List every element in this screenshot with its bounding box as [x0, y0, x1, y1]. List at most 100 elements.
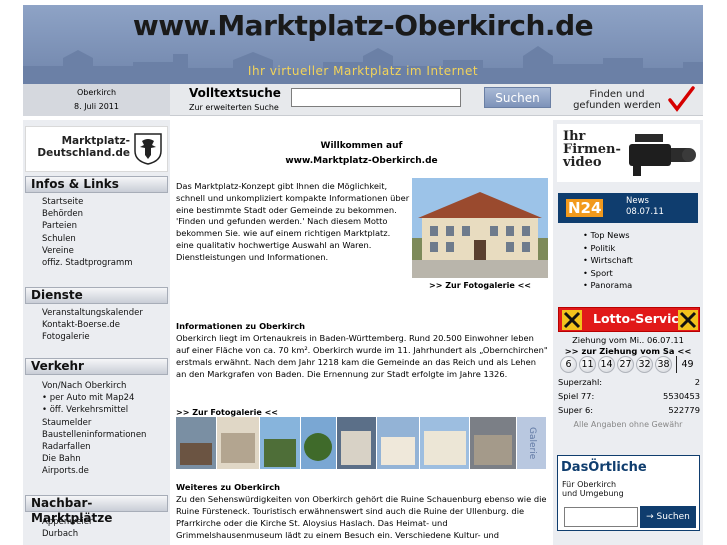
superzahl-value: 2	[694, 377, 700, 387]
lotto-cross-icon-right	[678, 310, 698, 330]
nav-item-vereine[interactable]: Vereine	[42, 245, 167, 257]
oertliche-sub-line1: Für Oberkirch	[562, 480, 617, 489]
location-label: Oberkirch	[76, 88, 117, 97]
nav-item-stadtprogramm[interactable]: offiz. Stadtprogramm	[42, 257, 167, 269]
eagle-shield-icon	[134, 133, 162, 165]
nav-list-verkehr: Von/Nach Oberkirch • per Auto mit Map24 …	[42, 380, 167, 478]
left-sidebar: Marktplatz- Deutschland.de Infos & Links…	[23, 120, 170, 545]
news-item-politik[interactable]: • Politik	[583, 242, 633, 255]
more-title: Weiteres zu Oberkirch	[176, 482, 281, 492]
fulltext-search-title: Volltextsuche	[189, 86, 281, 100]
nav-item-oepnv[interactable]: • öff. Verkehrsmittel	[42, 404, 167, 416]
oertliche-sub-line2: und Umgebung	[562, 489, 624, 498]
das-oertliche-widget: DasÖrtliche Für Oberkirch und Umgebung →…	[557, 455, 700, 531]
welcome-line2: www.Marktplatz-Oberkirch.de	[285, 156, 438, 166]
location-date-box: Oberkirch 8. Juli 2011	[23, 84, 170, 116]
news-item-top[interactable]: • Top News	[583, 229, 633, 242]
slogan-line1: Finden und	[589, 89, 645, 100]
nav-heading-dienste: Dienste	[25, 287, 168, 304]
company-video-banner[interactable]: Ihr Firmen- video	[557, 124, 700, 182]
nav-item-behoerden[interactable]: Behörden	[42, 208, 167, 220]
n24-date: 08.07.11	[626, 207, 664, 217]
lotto-draw-info: Ziehung vom Mi.. 06.07.11 >> zur Ziehung…	[553, 335, 703, 356]
super6-row: Super 6: 522779	[558, 405, 700, 416]
search-button[interactable]: Suchen	[484, 87, 551, 108]
lotto-ball: 32	[636, 356, 653, 373]
nav-item-von-nach[interactable]: Von/Nach Oberkirch	[42, 380, 167, 392]
super6-label: Super 6:	[558, 405, 594, 415]
welcome-heading: Willkommen auf www.Marktplatz-Oberkirch.…	[170, 139, 553, 169]
n24-logo-text: N24	[566, 199, 604, 217]
brand-line2: Deutschland.de	[37, 147, 130, 159]
checkmark-icon	[668, 86, 695, 112]
brand-line1: Marktplatz-	[61, 135, 130, 147]
lotto-numbers: 6 11 14 27 32 38 49	[560, 356, 700, 373]
nav-item-fotogalerie[interactable]: Fotogalerie	[42, 331, 167, 343]
main-content: Willkommen auf www.Marktplatz-Oberkirch.…	[170, 120, 553, 545]
nav-list-nachbar: Appenweier Durbach	[42, 516, 167, 540]
lotto-ball: 6	[560, 356, 577, 373]
nav-list-dienste: Veranstaltungskalender Kontakt-Boerse.de…	[42, 307, 167, 344]
superzahl-label: Superzahl:	[558, 377, 603, 387]
superzahl-row: Superzahl: 2	[558, 377, 700, 388]
nav-item-kontakt-boerse[interactable]: Kontakt-Boerse.de	[42, 319, 167, 331]
gallery-link-bottom[interactable]: >> Zur Fotogalerie <<	[176, 408, 278, 417]
saturday-draw-link[interactable]: >> zur Ziehung vom Sa <<	[553, 346, 703, 357]
lotto-ball: 38	[655, 356, 672, 373]
n24-news-label: News 08.07.11	[626, 196, 664, 218]
nav-item-durbach[interactable]: Durbach	[42, 528, 167, 540]
nav-item-bahn[interactable]: Die Bahn	[42, 453, 167, 465]
nav-item-map24[interactable]: • per Auto mit Map24	[42, 392, 167, 404]
site-tagline: Ihr virtueller Marktplatz im Internet	[247, 64, 479, 78]
nav-item-radarfallen[interactable]: Radarfallen	[42, 441, 167, 453]
town-building-photo[interactable]	[412, 178, 548, 278]
super6-value: 522779	[668, 405, 700, 415]
das-oertliche-logo[interactable]: DasÖrtliche	[561, 460, 647, 475]
nav-heading-infos: Infos & Links	[25, 176, 168, 193]
search-bar: Oberkirch 8. Juli 2011 Volltextsuche Zur…	[23, 84, 703, 116]
n24-logo: N24	[566, 199, 604, 217]
spiel77-label: Spiel 77:	[558, 391, 595, 401]
slogan-line2: gefunden werden	[573, 100, 661, 111]
lotto-ball: 27	[617, 356, 634, 373]
more-text: Zu den Sehenswürdigkeiten von Oberkirch …	[176, 494, 547, 540]
news-item-wirtschaft[interactable]: • Wirtschaft	[583, 254, 633, 267]
site-title[interactable]: www.Marktplatz-Oberkirch.de	[23, 9, 703, 42]
nav-item-schulen[interactable]: Schulen	[42, 233, 167, 245]
video-banner-text: Ihr Firmen- video	[563, 130, 621, 169]
nav-item-appenweier[interactable]: Appenweier	[42, 516, 167, 528]
gallery-link-top[interactable]: >> Zur Fotogalerie <<	[412, 281, 548, 290]
news-item-sport[interactable]: • Sport	[583, 267, 633, 280]
zusatzzahl-ball: 49	[676, 356, 698, 373]
brand-banner[interactable]: Marktplatz- Deutschland.de	[25, 126, 168, 172]
oertliche-search-input[interactable]	[564, 507, 638, 527]
nav-item-baustellen[interactable]: Baustelleninformationen	[42, 429, 167, 441]
das-oertliche-subtitle: Für Oberkirch und Umgebung	[562, 480, 624, 498]
oertliche-search-button[interactable]: → Suchen	[640, 506, 696, 528]
nav-item-airports[interactable]: Airports.de	[42, 465, 167, 477]
lotto-ball: 11	[579, 356, 596, 373]
draw-date: Ziehung vom Mi.. 06.07.11	[572, 335, 684, 345]
news-list: • Top News • Politik • Wirtschaft • Spor…	[583, 229, 633, 292]
search-input[interactable]	[291, 88, 461, 107]
nav-item-veranstaltungskalender[interactable]: Veranstaltungskalender	[42, 307, 167, 319]
slogan: Finden und gefunden werden	[569, 89, 665, 111]
news-item-panorama[interactable]: • Panorama	[583, 279, 633, 292]
photo-gallery-strip[interactable]	[176, 417, 546, 469]
n24-news-banner[interactable]: N24 News 08.07.11	[558, 193, 698, 223]
nav-item-startseite[interactable]: Startseite	[42, 196, 167, 208]
nav-item-staumelder[interactable]: Staumelder	[42, 417, 167, 429]
site-header: www.Marktplatz-Oberkirch.de Ihr virtuell…	[23, 5, 703, 84]
lotto-disclaimer: Alle Angaben ohne Gewähr	[573, 420, 683, 429]
lotto-service-title: Lotto-Service	[593, 311, 688, 326]
video-line3: video	[563, 155, 602, 170]
nav-heading-nachbar: Nachbar-Marktplätze	[25, 495, 168, 525]
nav-item-parteien[interactable]: Parteien	[42, 220, 167, 232]
intro-text: Das Marktplatz-Konzept gibt Ihnen die Mö…	[176, 181, 410, 262]
advanced-search-link[interactable]: Zur erweiterten Suche	[189, 103, 279, 112]
right-sidebar: Ihr Firmen- video N24 News 08.07.11 • To…	[553, 120, 703, 545]
gallery-label[interactable]: Galerie	[525, 419, 537, 467]
nav-list-infos: Startseite Behörden Parteien Schulen Ver…	[42, 196, 167, 269]
lotto-cross-icon	[562, 310, 582, 330]
lotto-service-banner[interactable]: Lotto-Service	[558, 307, 700, 332]
